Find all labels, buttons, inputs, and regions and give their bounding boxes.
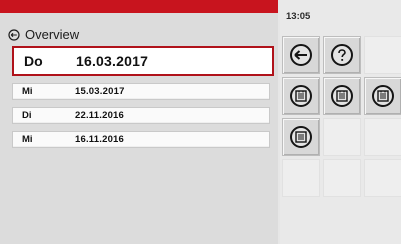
document-button-2[interactable] bbox=[323, 77, 361, 115]
list-item-date: 22.11.2016 bbox=[75, 110, 125, 121]
clock: 13:05 bbox=[286, 11, 311, 22]
back-arrow-icon bbox=[290, 44, 312, 66]
empty-slot bbox=[364, 159, 401, 197]
document-button-1[interactable] bbox=[282, 77, 320, 115]
document-icon bbox=[372, 85, 394, 107]
list-item-day: Mi bbox=[22, 86, 33, 97]
document-icon bbox=[290, 85, 312, 107]
list-item-date: 15.03.2017 bbox=[75, 86, 125, 97]
header-accent-bar bbox=[0, 0, 278, 13]
list-item-day: Di bbox=[22, 110, 32, 121]
document-button-3[interactable] bbox=[364, 77, 401, 115]
list-item-date: 16.11.2016 bbox=[75, 134, 125, 145]
control-panel: 13:05 bbox=[280, 0, 401, 244]
help-button[interactable] bbox=[323, 36, 361, 74]
document-icon bbox=[290, 126, 312, 148]
overview-header: Overview bbox=[8, 25, 79, 43]
recent-history-icon bbox=[8, 28, 20, 41]
back-button[interactable] bbox=[282, 36, 320, 74]
empty-slot bbox=[364, 36, 401, 74]
empty-slot bbox=[323, 159, 361, 197]
empty-slot bbox=[364, 118, 401, 156]
page-title: Overview bbox=[25, 26, 80, 42]
list-item-day: Do bbox=[24, 53, 43, 69]
list-item[interactable]: Di 22.11.2016 bbox=[12, 107, 270, 124]
list-item-day: Mi bbox=[22, 134, 33, 145]
document-button-4[interactable] bbox=[282, 118, 320, 156]
help-icon bbox=[331, 44, 353, 66]
empty-slot bbox=[282, 159, 320, 197]
date-list: Do 16.03.2017 Mi 15.03.2017 Di 22.11.201… bbox=[12, 46, 274, 148]
overview-panel: Overview Do 16.03.2017 Mi 15.03.2017 Di … bbox=[0, 0, 278, 244]
list-item-selected[interactable]: Do 16.03.2017 bbox=[12, 46, 274, 76]
document-icon bbox=[331, 85, 353, 107]
empty-slot bbox=[323, 118, 361, 156]
button-grid bbox=[282, 36, 401, 197]
list-item[interactable]: Mi 16.11.2016 bbox=[12, 131, 270, 148]
list-item[interactable]: Mi 15.03.2017 bbox=[12, 83, 270, 100]
list-item-date: 16.03.2017 bbox=[76, 53, 149, 69]
